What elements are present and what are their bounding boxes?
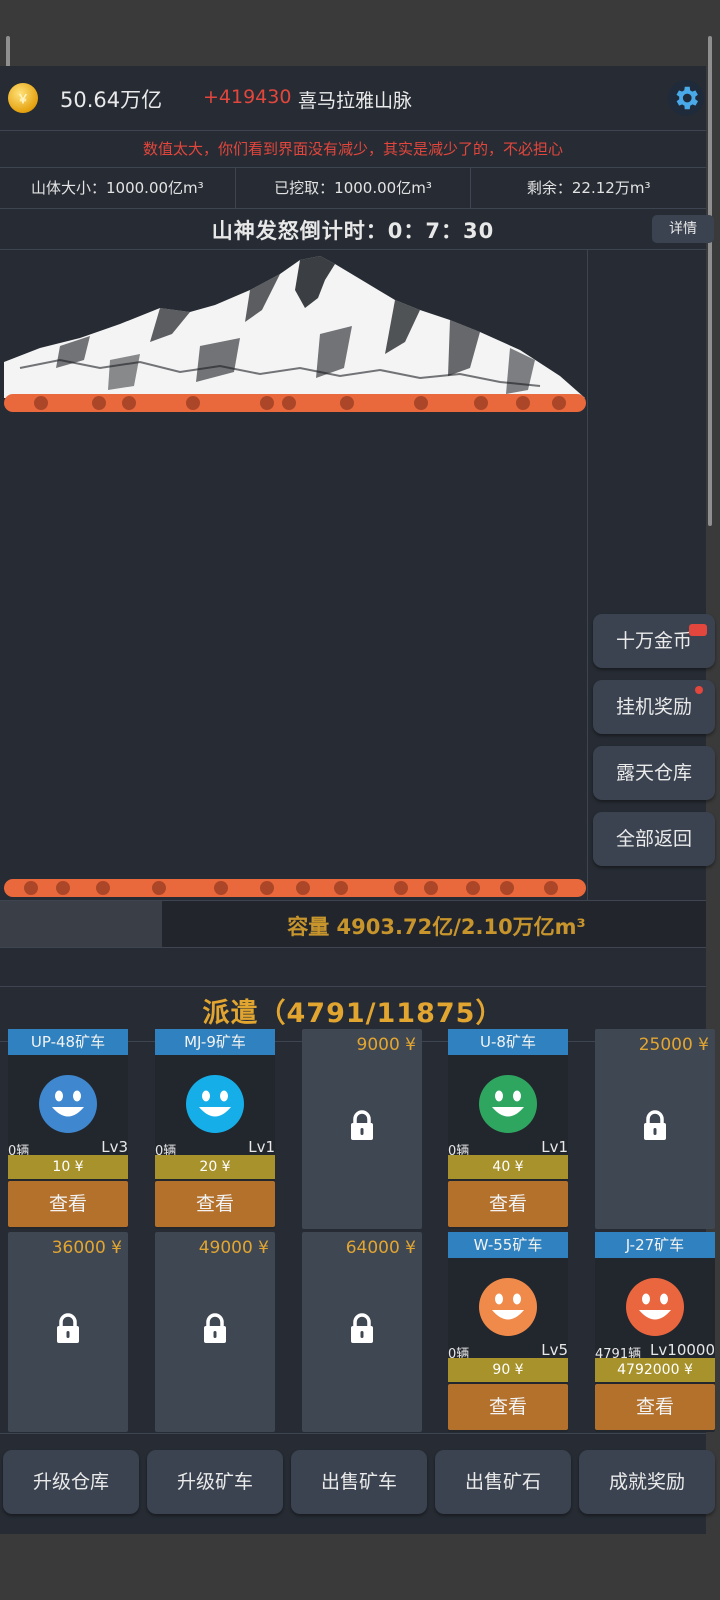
game-screen: ￥ 50.64万亿 +419430 喜马拉雅山脉 数值太大，你们看到界面没有减少… (0, 66, 715, 1534)
notice-banner: 数值太大，你们看到界面没有减少，其实是减少了的，不必担心 (0, 131, 706, 168)
details-button[interactable]: 详情 (652, 215, 714, 243)
recall-all-button[interactable]: 全部返回 (593, 812, 715, 866)
minecart-card: J-27矿车 4791辆 Lv10000 4792000 ¥ 查看 (595, 1232, 715, 1432)
stat-mined: 已挖取：1000.00亿m³ (236, 168, 472, 208)
unlock-price: 49000 ¥ (198, 1238, 269, 1258)
capacity-fill (0, 901, 163, 947)
minecart-level: Lv3 (101, 1138, 128, 1156)
stat-mountain-size: 山体大小：1000.00亿m³ (0, 168, 236, 208)
bottom-margin (0, 1534, 720, 1600)
lock-icon (351, 1110, 373, 1140)
minecart-cost: 90 ¥ (448, 1358, 568, 1382)
wrath-countdown: 山神发怒倒计时：0：7：30 详情 (0, 209, 714, 250)
unlock-price: 25000 ¥ (638, 1035, 709, 1055)
minecart-level: Lv1 (248, 1138, 275, 1156)
minecart-level: Lv1 (541, 1138, 568, 1156)
view-button[interactable]: 查看 (595, 1384, 715, 1430)
upgrade-minecart-button[interactable]: 升级矿车 (147, 1450, 283, 1514)
minecart-name: MJ-9矿车 (155, 1029, 275, 1055)
top-conveyor-belt (4, 394, 586, 412)
smiley-face-icon (626, 1278, 684, 1336)
minecart-card: UP-48矿车 0辆 Lv3 10 ¥ 查看 (8, 1029, 128, 1229)
coin-icon: ￥ (8, 83, 38, 113)
bottom-conveyor-belt (4, 879, 586, 897)
mountain-illustration (4, 256, 585, 398)
unlock-price: 36000 ¥ (51, 1238, 122, 1258)
locked-minecart-slot[interactable]: 9000 ¥ (302, 1029, 422, 1229)
side-button-label: 挂机奖励 (615, 696, 692, 718)
locked-minecart-slot[interactable]: 25000 ¥ (595, 1029, 715, 1229)
settings-button[interactable] (668, 80, 704, 116)
lock-icon (351, 1313, 373, 1343)
minecart-level: Lv10000 (650, 1341, 715, 1359)
side-button-label: 十万金币 (615, 630, 692, 652)
upgrade-warehouse-button[interactable]: 升级仓库 (3, 1450, 139, 1514)
capacity-bar: 容量 4903.72亿/2.10万亿m³ (0, 900, 706, 948)
minecart-name: W-55矿车 (448, 1232, 568, 1258)
bottom-toolbar: 升级仓库 升级矿车 出售矿车 出售矿石 成就奖励 (0, 1433, 715, 1520)
minecart-name: U-8矿车 (448, 1029, 568, 1055)
side-button-label: 全部返回 (615, 828, 692, 850)
view-button[interactable]: 查看 (155, 1181, 275, 1227)
minecart-card: W-55矿车 0辆 Lv5 90 ¥ 查看 (448, 1232, 568, 1432)
locked-minecart-slot[interactable]: 64000 ¥ (302, 1232, 422, 1432)
locked-minecart-slot[interactable]: 49000 ¥ (155, 1232, 275, 1432)
sell-minecart-button[interactable]: 出售矿车 (291, 1450, 427, 1514)
capacity-text: 容量 4903.72亿/2.10万亿m³ (287, 915, 586, 939)
stat-remaining: 剩余：22.12万m³ (526, 179, 651, 197)
lock-icon (57, 1313, 79, 1343)
locked-minecart-slot[interactable]: 36000 ¥ (8, 1232, 128, 1432)
mountain-stats: 山体大小：1000.00亿m³ 已挖取：1000.00亿m³ 剩余：22.12万… (0, 168, 706, 209)
income-rate: +419430 (203, 86, 292, 108)
top-bar: ￥ 50.64万亿 +419430 喜马拉雅山脉 (0, 66, 706, 131)
minecart-card: MJ-9矿车 0辆 Lv1 20 ¥ 查看 (155, 1029, 275, 1229)
mountain-name: 喜马拉雅山脉 (298, 90, 413, 112)
minecart-cost: 40 ¥ (448, 1155, 568, 1179)
device-frame-right (708, 36, 712, 526)
open-warehouse-button[interactable]: 露天仓库 (593, 746, 715, 800)
side-button-label: 露天仓库 (615, 762, 692, 784)
minecart-cost: 10 ¥ (8, 1155, 128, 1179)
video-badge-icon (689, 624, 707, 636)
gold-amount: 50.64万亿 (60, 88, 163, 112)
lock-icon (644, 1110, 666, 1140)
idle-reward-button[interactable]: 挂机奖励 (593, 680, 715, 734)
minecart-name: J-27矿车 (595, 1232, 715, 1258)
notification-dot (695, 686, 703, 694)
minecart-name: UP-48矿车 (8, 1029, 128, 1055)
smiley-face-icon (39, 1075, 97, 1133)
minecart-level: Lv5 (541, 1341, 568, 1359)
gear-icon (676, 86, 698, 110)
smiley-face-icon (479, 1075, 537, 1133)
side-panel (587, 250, 707, 900)
lock-icon (204, 1313, 226, 1343)
view-button[interactable]: 查看 (448, 1181, 568, 1227)
coin-symbol: ￥ (16, 91, 29, 106)
mining-area (0, 250, 587, 900)
unlock-price: 9000 ¥ (356, 1035, 416, 1055)
countdown-text: 山神发怒倒计时：0：7：30 (211, 219, 495, 243)
view-button[interactable]: 查看 (448, 1384, 568, 1430)
unlock-price: 64000 ¥ (345, 1238, 416, 1258)
minecart-cost: 4792000 ¥ (595, 1358, 715, 1382)
minecart-cost: 20 ¥ (155, 1155, 275, 1179)
view-button[interactable]: 查看 (8, 1181, 128, 1227)
achievement-reward-button[interactable]: 成就奖励 (579, 1450, 715, 1514)
smiley-face-icon (479, 1278, 537, 1336)
hundred-thousand-coins-button[interactable]: 十万金币 (593, 614, 715, 668)
smiley-face-icon (186, 1075, 244, 1133)
sell-ore-button[interactable]: 出售矿石 (435, 1450, 571, 1514)
minecart-card: U-8矿车 0辆 Lv1 40 ¥ 查看 (448, 1029, 568, 1229)
